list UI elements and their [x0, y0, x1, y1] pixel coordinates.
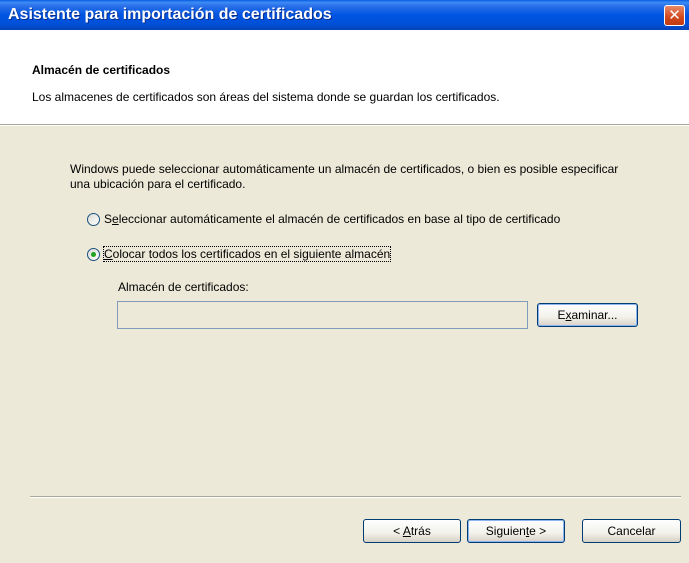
radio-auto-select-indicator[interactable]	[87, 212, 100, 226]
radio-auto-select[interactable]: Seleccionar automáticamente el almacén d…	[87, 210, 560, 228]
header-title: Almacén de certificados	[32, 63, 171, 77]
radio-place-in-store-label[interactable]: Colocar todos los certificados en el sig…	[102, 246, 392, 262]
browse-button[interactable]: Examinar...	[537, 303, 638, 327]
close-icon: ✕	[668, 7, 681, 24]
close-button[interactable]: ✕	[664, 5, 685, 26]
window-title: Asistente para importación de certificad…	[8, 6, 332, 23]
footer-separator	[30, 496, 681, 498]
mnemonic: C	[104, 247, 113, 261]
label-part: olocar todos los certificados en el sigu…	[112, 247, 391, 261]
radio-place-in-store[interactable]: Colocar todos los certificados en el sig…	[87, 245, 392, 263]
back-button[interactable]: < Atrás	[363, 519, 461, 543]
mnemonic: A	[402, 524, 411, 538]
wizard-header: Almacén de certificados Los almacenes de…	[0, 30, 689, 124]
label-part: trás	[410, 524, 431, 538]
label-part: S	[104, 212, 113, 226]
header-subtitle: Los almacenes de certificados son áreas …	[32, 90, 500, 104]
label-part: <	[393, 524, 403, 538]
description-text: Windows puede seleccionar automáticament…	[70, 162, 619, 191]
label-part: e >	[529, 524, 547, 538]
label-part: aminar...	[571, 308, 618, 322]
radio-auto-select-label[interactable]: Seleccionar automáticamente el almacén d…	[104, 212, 560, 226]
header-separator	[0, 124, 689, 126]
title-bar[interactable]: Asistente para importación de certificad…	[0, 0, 689, 30]
next-button[interactable]: Siguiente >	[467, 519, 565, 543]
radio-place-in-store-indicator[interactable]	[87, 247, 100, 261]
label-part: leccionar automáticamente el almacén de …	[118, 212, 561, 226]
label-part: Siguien	[485, 524, 526, 538]
cancel-button[interactable]: Cancelar	[582, 519, 681, 543]
store-input[interactable]	[117, 301, 528, 329]
store-label: Almacén de certificados:	[118, 280, 249, 294]
mnemonic: e	[112, 212, 119, 226]
